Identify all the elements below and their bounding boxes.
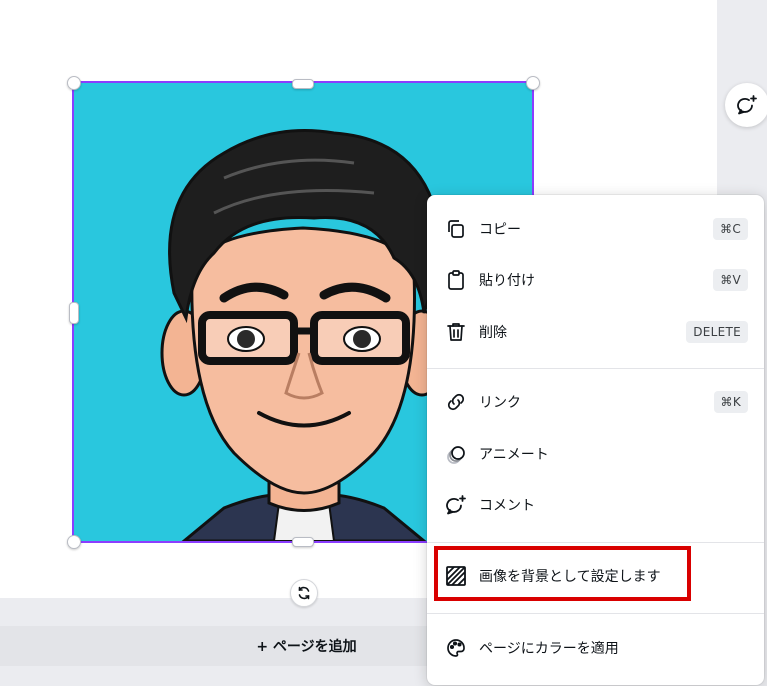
resize-handle-bottom[interactable] bbox=[292, 537, 314, 547]
resize-handle-top-left[interactable] bbox=[67, 76, 81, 90]
resize-handle-top[interactable] bbox=[292, 79, 314, 89]
copy-icon bbox=[444, 217, 468, 241]
menu-divider bbox=[427, 542, 764, 543]
comment-plus-icon bbox=[444, 493, 468, 517]
menu-item-animate[interactable]: アニメート bbox=[427, 432, 764, 476]
menu-item-delete[interactable]: 削除 DELETE bbox=[427, 310, 764, 354]
menu-divider bbox=[427, 368, 764, 369]
link-icon bbox=[444, 390, 468, 414]
highlight-annotation bbox=[434, 546, 691, 601]
menu-item-label: 貼り付け bbox=[479, 273, 535, 289]
shortcut-badge: DELETE bbox=[686, 321, 748, 343]
menu-item-label: コメント bbox=[479, 498, 535, 514]
resize-handle-bottom-left[interactable] bbox=[67, 535, 81, 549]
menu-divider bbox=[427, 613, 764, 614]
menu-item-label: コピー bbox=[479, 222, 521, 238]
resize-handle-left[interactable] bbox=[69, 302, 79, 324]
menu-item-paste[interactable]: 貼り付け ⌘V bbox=[427, 258, 764, 302]
animate-icon bbox=[444, 442, 468, 466]
menu-item-label: アニメート bbox=[479, 447, 549, 463]
resize-handle-top-right[interactable] bbox=[526, 76, 540, 90]
shortcut-badge: ⌘V bbox=[713, 269, 748, 291]
menu-item-comment[interactable]: コメント bbox=[427, 483, 764, 527]
add-page-label: + ページを追加 bbox=[256, 639, 357, 655]
menu-item-label: リンク bbox=[479, 395, 521, 411]
palette-icon bbox=[444, 636, 468, 660]
context-menu: コピー ⌘C 貼り付け ⌘V 削除 DELETE リンク ⌘K アニメート コメ… bbox=[427, 195, 764, 685]
menu-item-label: 削除 bbox=[479, 325, 507, 341]
shortcut-badge: ⌘K bbox=[713, 391, 748, 413]
rotate-button[interactable] bbox=[290, 579, 318, 607]
trash-icon bbox=[444, 320, 468, 344]
menu-item-link[interactable]: リンク ⌘K bbox=[427, 380, 764, 424]
menu-item-apply-colors[interactable]: ページにカラーを適用 bbox=[427, 626, 764, 670]
paste-icon bbox=[444, 268, 468, 292]
add-comment-button[interactable] bbox=[725, 83, 767, 127]
menu-item-copy[interactable]: コピー ⌘C bbox=[427, 207, 764, 251]
comment-plus-icon bbox=[737, 95, 757, 115]
menu-item-label: ページにカラーを適用 bbox=[479, 641, 619, 657]
rotate-icon bbox=[298, 586, 310, 600]
shortcut-badge: ⌘C bbox=[713, 218, 748, 240]
